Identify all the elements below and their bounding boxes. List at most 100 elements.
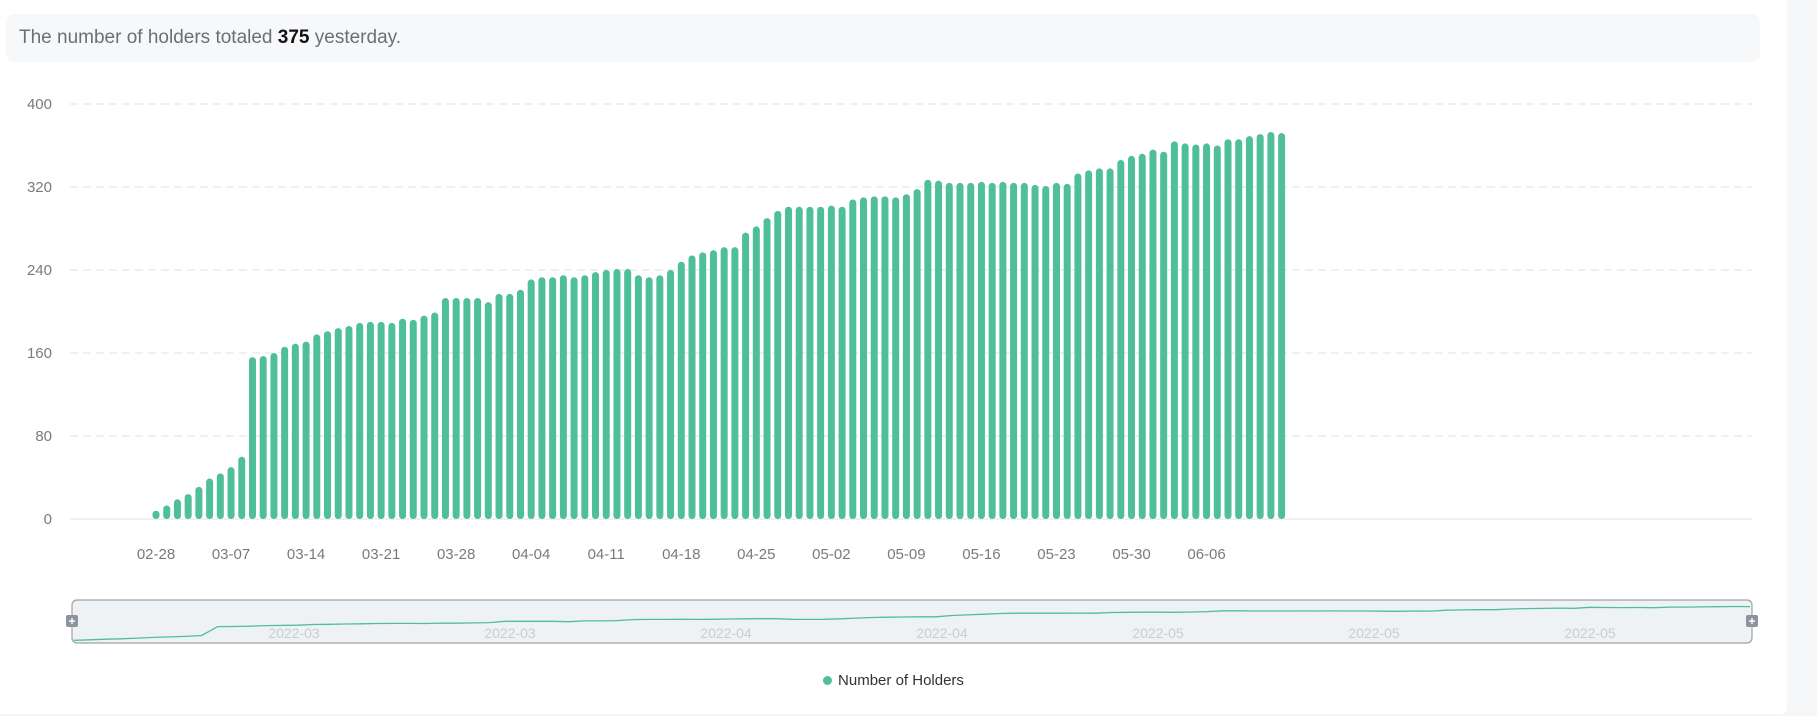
bar-undefined[interactable] [1278,133,1286,520]
bar-06-07[interactable] [1213,145,1221,520]
bar-06-01[interactable] [1149,149,1157,519]
bar-03-15[interactable] [313,334,321,519]
bar-04-05[interactable] [538,277,546,519]
bar-05-18[interactable] [999,181,1007,519]
bar-05-16[interactable] [977,181,985,519]
bar-05-11[interactable] [924,179,932,520]
bar-05-30[interactable] [1128,155,1136,519]
bar-04-08[interactable] [570,277,578,519]
bar-05-24[interactable] [1063,183,1071,519]
bar-05-27[interactable] [1095,168,1103,519]
bar-04-04[interactable] [527,279,535,519]
bar-03-31[interactable] [484,302,492,519]
bar-03-04[interactable] [195,486,203,519]
bar-02-28[interactable] [152,510,160,519]
bar-03-19[interactable] [356,322,364,519]
bar-05-01[interactable] [817,206,825,519]
bar-06-06[interactable] [1203,143,1211,520]
bar-04-10[interactable] [592,272,600,519]
chart-legend[interactable]: Number of Holders [0,672,1787,689]
bar-05-23[interactable] [1052,182,1060,519]
bar-04-12[interactable] [613,268,621,519]
bar-05-19[interactable] [1010,182,1018,519]
bar-04-20[interactable] [699,252,707,520]
bar-05-20[interactable] [1020,182,1028,519]
bar-04-19[interactable] [688,255,696,519]
bar-05-15[interactable] [967,182,975,519]
bar-04-14[interactable] [634,275,642,519]
bar-03-17[interactable] [334,328,342,519]
bar-06-12[interactable] [1267,132,1275,519]
bar-05-28[interactable] [1106,168,1114,519]
bar-03-09[interactable] [248,357,256,519]
bar-04-01[interactable] [495,293,503,519]
bar-04-28[interactable] [784,206,792,519]
bar-05-29[interactable] [1117,160,1125,519]
page-scrollbar[interactable] [1789,0,1817,716]
bar-05-21[interactable] [1031,184,1039,520]
bar-05-22[interactable] [1042,185,1050,519]
bar-05-03[interactable] [838,206,846,519]
bar-03-24[interactable] [409,319,417,519]
bar-04-27[interactable] [774,210,782,520]
bar-06-04[interactable] [1181,143,1189,520]
bar-05-10[interactable] [913,189,921,519]
bar-05-08[interactable] [892,197,900,519]
bar-03-25[interactable] [420,315,428,519]
bar-03-20[interactable] [366,321,374,519]
bar-04-30[interactable] [806,206,814,519]
bar-04-06[interactable] [549,277,557,519]
bar-03-02[interactable] [173,499,181,519]
bar-04-07[interactable] [559,275,567,519]
bar-04-17[interactable] [667,270,675,519]
bar-04-21[interactable] [709,250,717,519]
bar-04-24[interactable] [742,232,750,519]
bar-05-04[interactable] [849,199,857,519]
bar-06-05[interactable] [1192,144,1200,519]
bar-03-29[interactable] [463,298,471,519]
bar-05-07[interactable] [881,196,889,519]
bar-03-07[interactable] [227,467,235,519]
bar-05-02[interactable] [827,205,835,520]
bar-06-08[interactable] [1224,139,1232,519]
bar-06-10[interactable] [1245,136,1253,519]
bar-03-06[interactable] [216,473,224,519]
bar-03-10[interactable] [259,356,267,519]
bar-03-26[interactable] [431,312,439,519]
bar-05-14[interactable] [956,182,964,519]
bar-03-30[interactable] [474,298,482,519]
bar-03-13[interactable] [291,343,299,519]
bar-05-25[interactable] [1074,173,1082,519]
bar-04-03[interactable] [516,289,524,519]
bar-03-21[interactable] [377,321,385,519]
bar-03-23[interactable] [399,318,407,519]
bar-04-26[interactable] [763,218,771,519]
bar-03-16[interactable] [324,331,332,519]
bar-04-22[interactable] [720,247,728,520]
bar-05-13[interactable] [945,182,953,519]
bar-06-09[interactable] [1235,139,1243,519]
bar-06-11[interactable] [1256,134,1264,519]
zoom-slider-window[interactable] [71,599,1753,644]
bar-06-03[interactable] [1170,141,1178,519]
bar-03-14[interactable] [302,341,310,519]
bar-03-01[interactable] [163,505,171,519]
bar-04-16[interactable] [656,275,664,519]
bar-05-09[interactable] [902,194,910,519]
bar-06-02[interactable] [1160,151,1168,519]
bar-04-29[interactable] [795,206,803,519]
bar-03-22[interactable] [388,322,396,519]
bar-05-12[interactable] [935,180,943,519]
bar-03-18[interactable] [345,326,353,519]
bar-05-17[interactable] [988,182,996,519]
bar-05-26[interactable] [1085,170,1093,519]
bar-03-05[interactable] [206,478,214,519]
bar-04-18[interactable] [677,261,685,519]
bar-03-27[interactable] [441,298,449,519]
bar-03-08[interactable] [238,456,246,519]
bar-04-25[interactable] [752,226,760,520]
bar-03-03[interactable] [184,494,192,519]
bar-05-06[interactable] [870,196,878,519]
bar-05-05[interactable] [860,197,868,519]
bar-04-09[interactable] [581,275,589,519]
